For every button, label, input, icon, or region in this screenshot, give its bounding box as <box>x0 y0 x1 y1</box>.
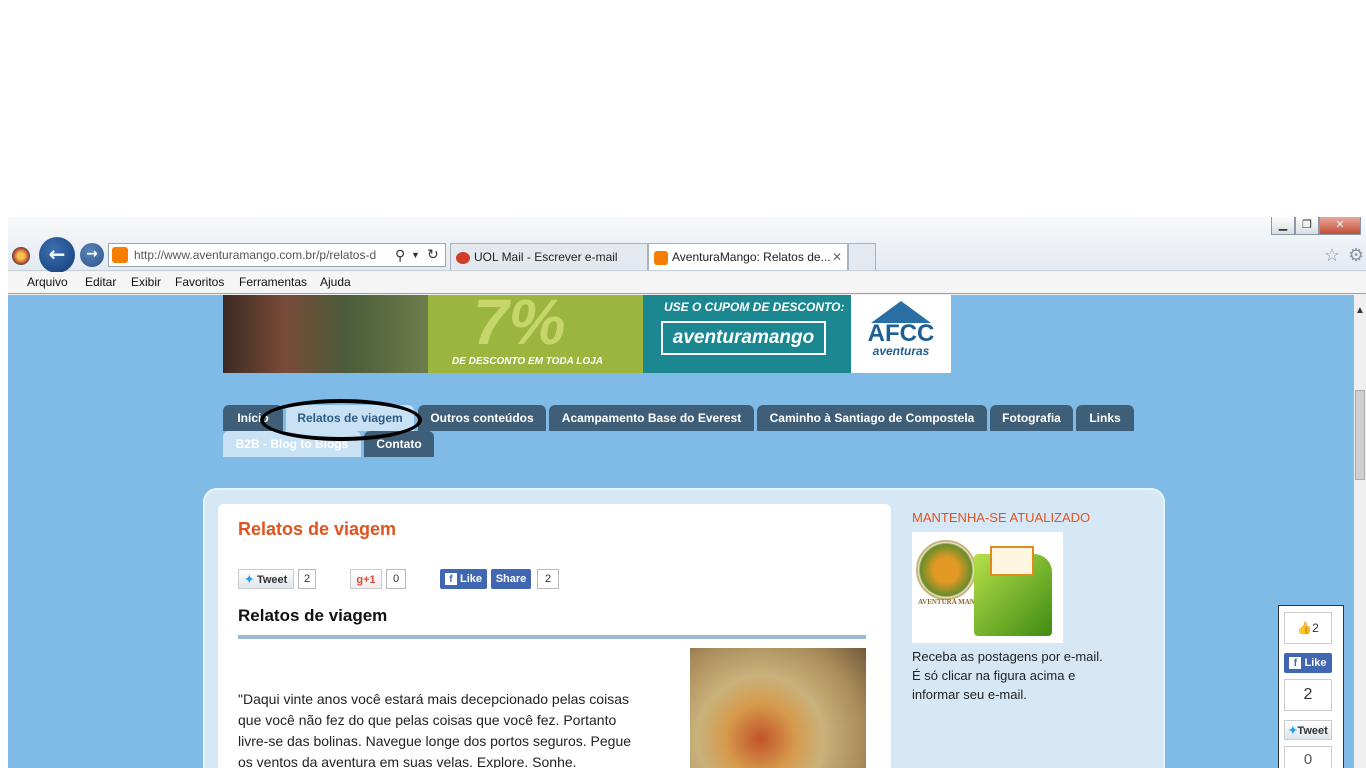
gplus-label: +1 <box>363 574 376 586</box>
tweet-label: Tweet <box>256 574 288 586</box>
tab-label: Fotografia <box>1002 411 1061 425</box>
menu-exibir[interactable]: Exibir <box>131 275 161 289</box>
menu-ferramentas[interactable]: Ferramentas <box>239 275 307 289</box>
close-window-button[interactable]: ✕ <box>1319 217 1361 235</box>
browser-window: ▁ ❐ ✕ ← → http://www.aventuramango.com.b… <box>8 217 1366 768</box>
title-bar: ▁ ❐ ✕ ← → http://www.aventuramango.com.b… <box>8 217 1366 273</box>
tab-caminho-santiago[interactable]: Caminho à Santiago de Compostela <box>757 405 987 431</box>
gplus-button[interactable]: g+1 <box>350 569 382 589</box>
menu-editar[interactable]: Editar <box>85 275 116 289</box>
ad-banner[interactable]: 7% DE DESCONTO EM TODA LOJA USE O CUPOM … <box>223 295 951 373</box>
address-url: http://www.aventuramango.com.br/p/relato… <box>134 248 377 262</box>
tab-label: Acampamento Base do Everest <box>561 411 742 425</box>
quote-line: que você não fez do que pelas coisas que… <box>238 712 617 728</box>
refresh-icon[interactable]: ↻ <box>427 244 439 265</box>
fb-like-label: Like <box>460 573 483 585</box>
menu-arquivo[interactable]: Arquivo <box>27 275 68 289</box>
hikers-photo <box>223 295 428 373</box>
facebook-share-button[interactable]: Share <box>491 569 531 589</box>
fb-share-label: Share <box>495 573 527 585</box>
aventura-mango-logo <box>916 540 976 600</box>
sidebar-text: É só clicar na figura acima e <box>912 668 1076 683</box>
sidebar-heading: MANTENHA-SE ATUALIZADO <box>912 510 1091 525</box>
tab-label: Caminho à Santiago de Compostela <box>769 411 975 425</box>
forward-button[interactable]: → <box>80 243 104 267</box>
scroll-up-icon[interactable]: ▲ <box>1355 305 1365 316</box>
scroll-thumb[interactable] <box>1355 390 1365 480</box>
floating-share-bar: 👍2 f Like 2 ✦Tweet 0 <box>1278 605 1344 768</box>
tab-aventuramango[interactable]: AventuraMango: Relatos de... ✕ <box>648 243 848 270</box>
gear-icon[interactable]: ⚙ <box>1348 245 1364 266</box>
post-card: Relatos de viagem ✦ Tweet 2 g+1 0 f Like… <box>218 504 891 768</box>
tab-label: UOL Mail - Escrever e-mail <box>474 250 618 264</box>
menu-ajuda[interactable]: Ajuda <box>320 275 351 289</box>
back-button[interactable]: ← <box>39 237 75 273</box>
search-icon[interactable]: ⚲ <box>395 244 405 266</box>
vertical-scrollbar[interactable]: ▲ <box>1354 295 1366 768</box>
floating-tweet-button[interactable]: ✦Tweet <box>1284 720 1332 740</box>
minimize-button[interactable]: ▁ <box>1271 217 1295 235</box>
envelope-icon <box>990 546 1034 576</box>
highlight-ellipse <box>260 399 422 441</box>
thumbs-up-icon: 👍 <box>1297 621 1313 635</box>
tab-uol-mail[interactable]: UOL Mail - Escrever e-mail <box>450 243 648 270</box>
tweet-label: Tweet <box>1297 725 1328 737</box>
facebook-icon: f <box>444 573 457 586</box>
afcc-brand: AFCC <box>867 320 935 347</box>
arrow-left-icon: ← <box>48 242 66 266</box>
tab-fotografia[interactable]: Fotografia <box>990 405 1073 431</box>
web-page: 7% DE DESCONTO EM TODA LOJA USE O CUPOM … <box>8 295 1354 768</box>
page-title: Relatos de viagem <box>238 519 397 539</box>
post-heading: Relatos de viagem <box>238 606 388 625</box>
tab-label: AventuraMango: Relatos de... <box>672 250 831 264</box>
blogger-favicon-icon <box>112 247 128 263</box>
compass-map-image <box>690 648 866 768</box>
address-bar[interactable]: http://www.aventuramango.com.br/p/relato… <box>108 243 446 267</box>
quote-line: "Daqui vinte anos você estará mais decep… <box>238 691 629 707</box>
coupon-heading: USE O CUPOM DE DESCONTO: <box>664 300 845 314</box>
uol-favicon-icon <box>456 251 470 264</box>
twitter-bird-icon: ✦ <box>244 574 254 586</box>
tab-acampamento-everest[interactable]: Acampamento Base do Everest <box>549 405 754 431</box>
dropdown-icon[interactable]: ▼ <box>411 244 420 266</box>
arrow-right-icon: → <box>86 246 98 262</box>
sidebar-text: Receba as postagens por e-mail. <box>912 649 1103 664</box>
heading-divider <box>238 635 866 639</box>
facebook-like-button[interactable]: f Like <box>440 569 487 589</box>
tab-label: Links <box>1089 411 1121 425</box>
tweet-count: 2 <box>298 569 316 589</box>
tweet-count-box: 0 <box>1284 746 1332 768</box>
blogger-tab-icon <box>654 250 668 265</box>
fb-like-label: Like <box>1304 657 1327 669</box>
tab-links[interactable]: Links <box>1076 405 1134 431</box>
quote-line: os ventos da aventura em suas velas. Exp… <box>238 754 577 768</box>
tweet-button[interactable]: ✦ Tweet <box>238 569 294 589</box>
afcc-logo: AFCC aventuras <box>851 295 951 373</box>
gplus-count: 0 <box>386 569 406 589</box>
discount-text: DE DESCONTO EM TODA LOJA <box>452 356 603 367</box>
menu-favoritos[interactable]: Favoritos <box>175 275 224 289</box>
sidebar-text: informar seu e-mail. <box>912 687 1027 702</box>
floating-fb-like-button[interactable]: f Like <box>1284 653 1332 673</box>
favorites-star-icon[interactable]: ☆ <box>1324 245 1340 266</box>
site-favicon-icon <box>12 247 30 265</box>
menu-bar: Arquivo Editar Exibir Favoritos Ferramen… <box>8 272 1366 294</box>
subscribe-image[interactable]: AVENTURA MANGO <box>912 532 1063 643</box>
fb-count-box: 2 <box>1284 679 1332 711</box>
quote-line: livre-se das bolinas. Navegue longe dos … <box>238 733 632 749</box>
fb-share-count: 2 <box>537 569 559 589</box>
tab-label: Outros conteúdos <box>430 411 534 425</box>
restore-button[interactable]: ❐ <box>1295 217 1319 235</box>
new-tab-button[interactable] <box>848 243 876 270</box>
afcc-sub: aventuras <box>872 344 930 358</box>
close-tab-icon[interactable]: ✕ <box>832 244 842 270</box>
like-count-box[interactable]: 👍2 <box>1284 612 1332 644</box>
like-count: 2 <box>1312 621 1319 635</box>
coupon-code: aventuramango <box>672 327 815 348</box>
discount-percent: 7% <box>473 295 566 358</box>
facebook-icon: f <box>1289 657 1302 670</box>
tab-label: Contato <box>376 437 422 451</box>
coupon-code-box: aventuramango <box>661 321 826 355</box>
tab-outros-conteudos[interactable]: Outros conteúdos <box>418 405 546 431</box>
